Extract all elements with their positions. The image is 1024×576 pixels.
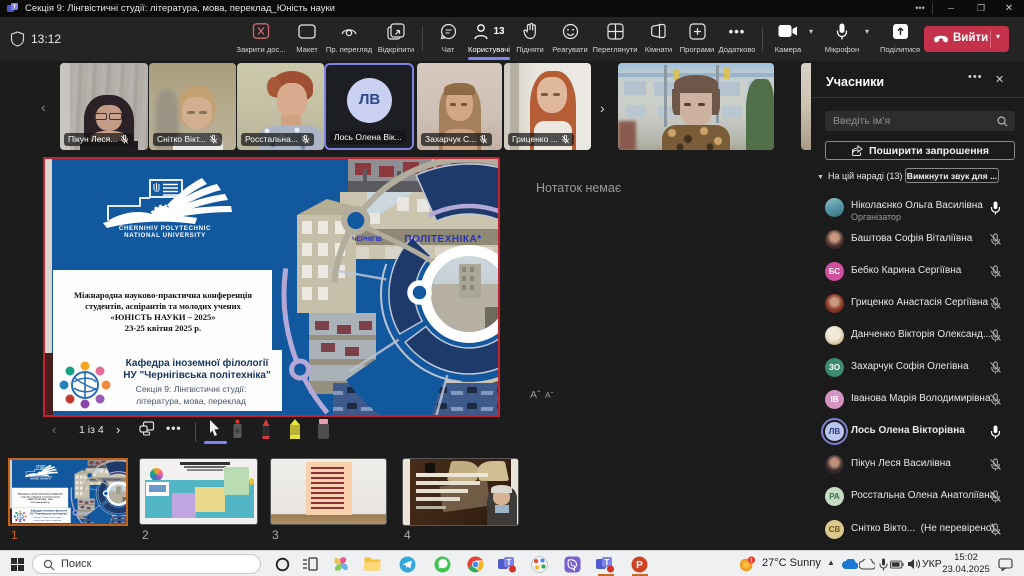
svg-text:23-25 квітня 2025 р.: 23-25 квітня 2025 р.	[125, 323, 201, 333]
svg-text:«ЮНІСТЬ НАУКИ – 2025»: «ЮНІСТЬ НАУКИ – 2025»	[110, 312, 215, 322]
svg-text:ПОЛІТЕХНІКА*: ПОЛІТЕХНІКА*	[404, 234, 481, 245]
svg-text:Секція 9: Лінгвістичні студії:: Секція 9: Лінгвістичні студії:	[136, 384, 247, 394]
svg-text:Кафедра іноземної філології: Кафедра іноземної філології	[126, 357, 269, 369]
svg-text:ЧЕРНІГІВ: ЧЕРНІГІВ	[352, 236, 382, 243]
svg-text:T: T	[605, 558, 610, 567]
svg-text:література, мова, переклад: література, мова, переклад	[136, 396, 246, 406]
svg-text:CHERNIHIV POLYTECHNIC: CHERNIHIV POLYTECHNIC	[119, 225, 211, 232]
svg-text:P: P	[636, 560, 643, 571]
svg-text:NATIONAL UNIVERSITY: NATIONAL UNIVERSITY	[124, 232, 206, 239]
svg-text:T: T	[507, 558, 512, 567]
svg-text:студентів, аспірантів та молод: студентів, аспірантів та молодих учених	[85, 301, 241, 311]
svg-text:1: 1	[750, 558, 753, 564]
svg-text:Міжнародна науково-практична к: Міжнародна науково-практична конференція	[74, 290, 252, 300]
svg-text:НУ "Чернігівська політехніка": НУ "Чернігівська політехніка"	[123, 370, 271, 381]
